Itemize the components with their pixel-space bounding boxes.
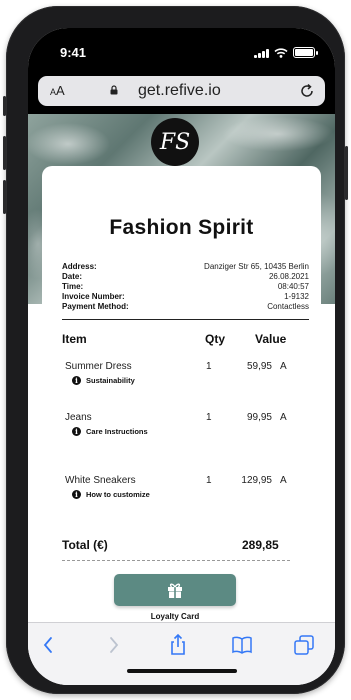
item-value: 99,95 [246, 412, 272, 423]
column-value: Value [255, 332, 287, 346]
info-icon: i [72, 427, 81, 436]
item-name: Summer Dress [65, 361, 132, 372]
item-tax-code: A [280, 412, 287, 423]
share-icon[interactable] [166, 633, 190, 657]
status-icons [254, 47, 318, 58]
mute-switch [3, 96, 6, 116]
bookmarks-icon[interactable] [230, 633, 254, 657]
info-icon: i [72, 490, 81, 499]
column-qty: Qty [205, 332, 226, 346]
meta-value: Contactless [267, 302, 309, 311]
item-info-label: Care Instructions [86, 427, 148, 436]
item-info-label: Sustainability [86, 376, 135, 385]
meta-key: Time: [62, 282, 84, 291]
store-logo: FS [151, 118, 199, 166]
info-icon: i [72, 376, 81, 385]
tabs-icon[interactable] [292, 633, 316, 657]
meta-key: Date: [62, 272, 83, 281]
signal-icon [254, 48, 269, 58]
browser-toolbar [28, 622, 335, 685]
status-time: 9:41 [60, 45, 87, 60]
column-item: Item [62, 332, 87, 346]
meta-row-date: Date: 26.08.2021 [62, 272, 309, 282]
meta-row-address: Address: Danziger Str 65, 10435 Berlin [62, 262, 309, 272]
battery-icon [293, 47, 318, 58]
item-qty: 1 [206, 475, 212, 486]
item-info-link[interactable]: i How to customize [72, 490, 150, 499]
total-amount: 289,85 [242, 538, 279, 552]
item-qty: 1 [206, 361, 212, 372]
meta-row-payment: Payment Method: Contactless [62, 302, 309, 312]
volume-up-button [3, 136, 6, 170]
meta-key: Invoice Number: [62, 292, 125, 301]
page-content: FS Fashion Spirit Address: Danziger Str … [28, 114, 335, 622]
item-tax-code: A [280, 475, 287, 486]
home-indicator [127, 669, 237, 673]
status-bar: 9:41 [28, 28, 335, 74]
item-name: White Sneakers [65, 475, 136, 486]
item-tax-code: A [280, 361, 287, 372]
forward-icon[interactable] [101, 633, 125, 657]
back-icon[interactable] [37, 633, 61, 657]
item-qty: 1 [206, 412, 212, 423]
item-info-label: How to customize [86, 490, 150, 499]
loyalty-card-label: Loyalty Card [150, 612, 200, 621]
meta-key: Payment Method: [62, 302, 129, 311]
lock-icon [110, 85, 118, 95]
phone-frame: 9:41 AA get.refive.io FS Fashion Spirit … [3, 6, 348, 694]
meta-value: 1-9132 [284, 292, 309, 301]
meta-key: Address: [62, 262, 97, 271]
item-name: Jeans [65, 412, 92, 423]
screen: 9:41 AA get.refive.io FS Fashion Spirit … [28, 28, 335, 685]
wifi-icon [274, 47, 288, 58]
address-bar[interactable]: AA get.refive.io [38, 76, 325, 106]
loyalty-card-button[interactable] [114, 574, 236, 606]
volume-down-button [3, 180, 6, 214]
receipt-meta: Address: Danziger Str 65, 10435 Berlin D… [62, 262, 309, 312]
item-info-link[interactable]: i Sustainability [72, 376, 135, 385]
total-label: Total (€) [62, 538, 108, 552]
divider [62, 319, 309, 320]
item-info-link[interactable]: i Care Instructions [72, 427, 148, 436]
receipt-card: Fashion Spirit Address: Danziger Str 65,… [42, 166, 321, 622]
dashed-divider [62, 560, 290, 561]
text-size-button[interactable]: AA [50, 83, 65, 98]
meta-value: Danziger Str 65, 10435 Berlin [204, 262, 309, 271]
store-name: Fashion Spirit [109, 216, 254, 239]
meta-value: 08:40:57 [277, 282, 309, 291]
item-value: 129,95 [241, 475, 272, 486]
meta-row-time: Time: 08:40:57 [62, 282, 309, 292]
url-text[interactable]: get.refive.io [138, 82, 221, 100]
browser-header: AA get.refive.io [28, 74, 335, 114]
meta-row-invoice: Invoice Number: 1-9132 [62, 292, 309, 302]
item-value: 59,95 [246, 361, 272, 372]
gift-icon [168, 583, 182, 598]
meta-value: 26.08.2021 [268, 272, 309, 281]
power-button [345, 146, 348, 200]
reload-icon[interactable] [299, 83, 315, 99]
